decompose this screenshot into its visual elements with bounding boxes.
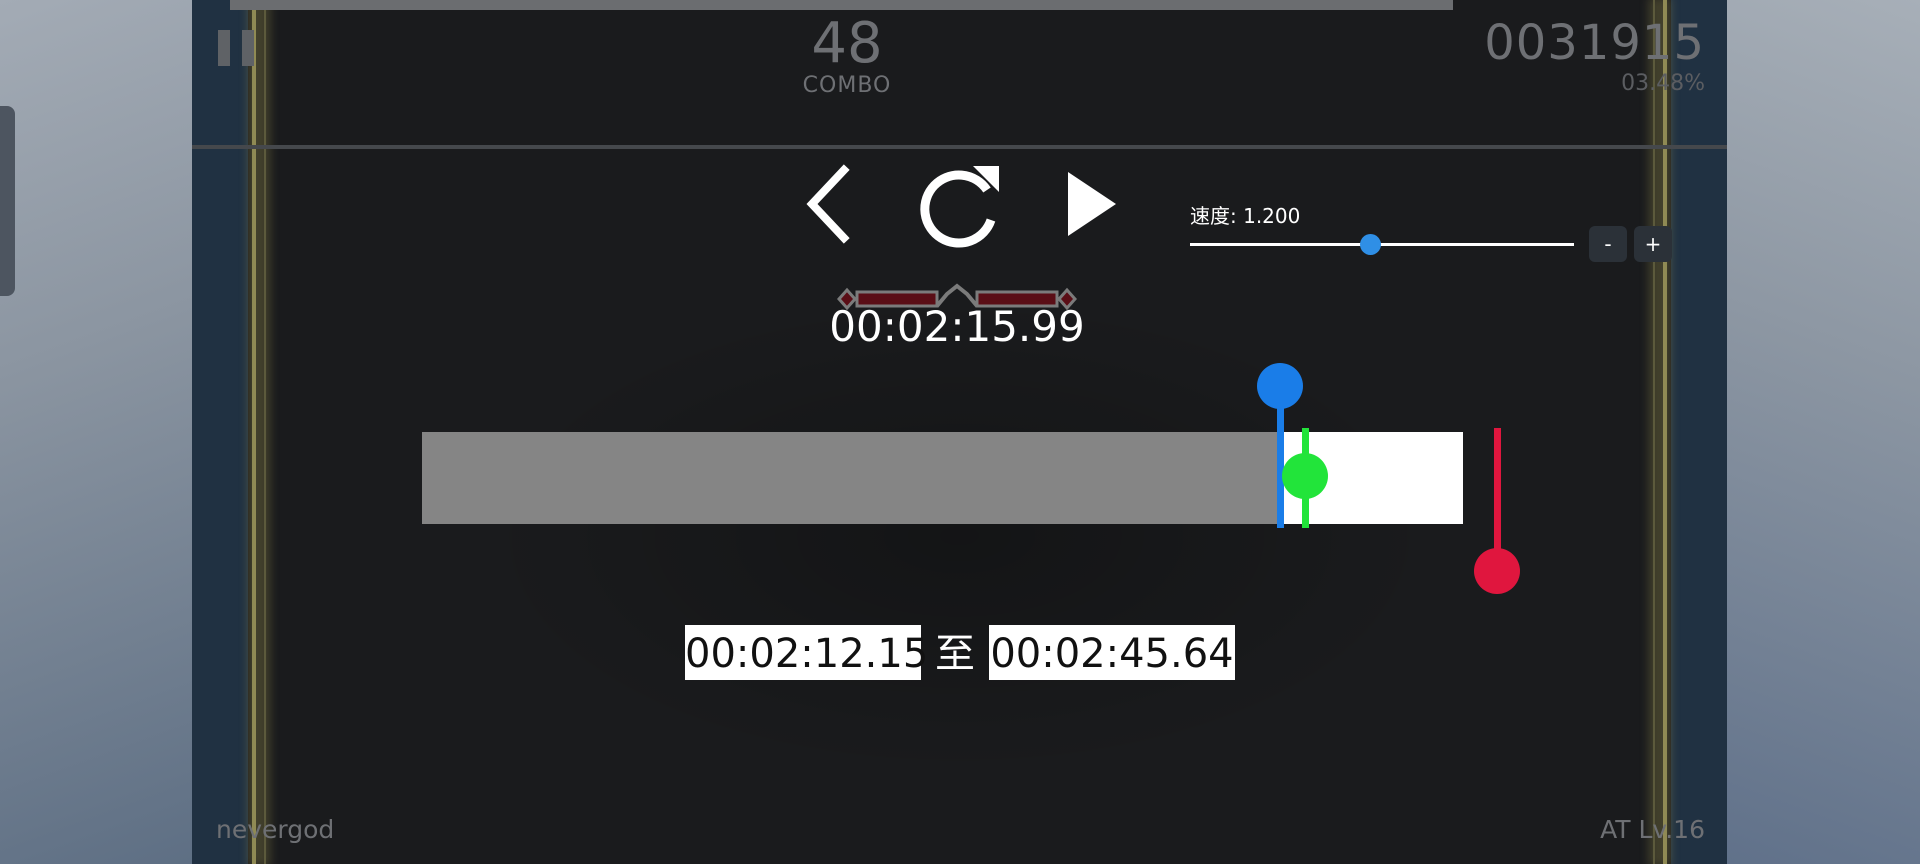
pause-icon[interactable]	[218, 30, 256, 66]
start-time-field[interactable]: 00:02:12.15	[685, 625, 928, 680]
playhead-marker-handle[interactable]	[1282, 453, 1328, 499]
speed-increase-button[interactable]: +	[1634, 226, 1672, 262]
side-drawer-handle[interactable]	[0, 106, 15, 296]
end-marker-handle[interactable]	[1474, 548, 1520, 594]
current-time: 00:02:15.99	[829, 302, 1085, 351]
speed-decrease-button[interactable]: -	[1589, 226, 1627, 262]
play-icon[interactable]	[1060, 160, 1120, 250]
back-chevron-icon[interactable]	[802, 160, 862, 250]
combo-count: 48	[811, 11, 883, 76]
background-left	[0, 0, 192, 864]
playfield: 48 COMBO 0031915 03.48% 速度: 1.200 - + 00…	[192, 0, 1727, 864]
speed-slider[interactable]	[1190, 243, 1574, 246]
section-played-bar[interactable]	[422, 432, 1280, 524]
start-marker-handle[interactable]	[1257, 363, 1303, 409]
retry-icon[interactable]	[917, 160, 1003, 250]
score: 0031915	[1484, 15, 1705, 71]
background-right	[1726, 0, 1920, 864]
hud-divider	[192, 145, 1727, 149]
player-name: nevergod	[216, 815, 335, 844]
combo-label: COMBO	[802, 73, 892, 98]
speed-slider-thumb[interactable]	[1359, 234, 1381, 255]
range-separator: 至	[935, 631, 975, 677]
speed-label: 速度: 1.200	[1190, 204, 1301, 228]
song-progress-bar	[230, 0, 1453, 10]
difficulty-level: AT Lv.16	[1600, 815, 1705, 844]
accuracy-percent: 03.48%	[1621, 71, 1705, 96]
end-time-field[interactable]: 00:02:45.64	[989, 625, 1235, 680]
